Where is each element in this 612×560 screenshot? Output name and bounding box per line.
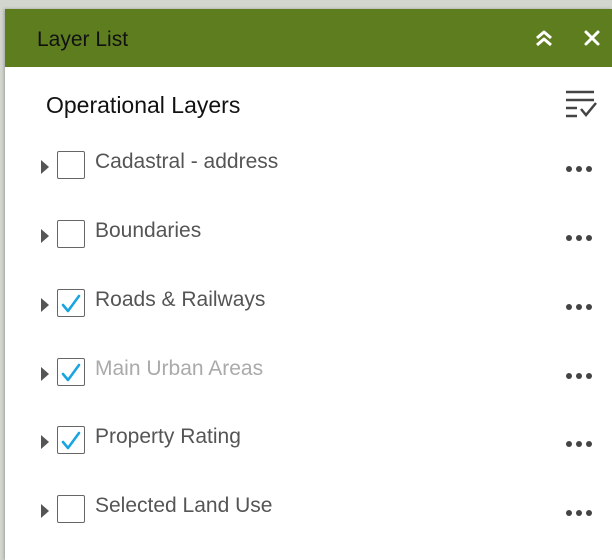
section-title: Operational Layers	[46, 92, 241, 118]
layer-checkbox[interactable]	[57, 220, 85, 248]
layer-label[interactable]: Property Rating	[95, 425, 241, 449]
layer-checkbox[interactable]	[57, 495, 85, 523]
layer-checkbox[interactable]	[57, 426, 85, 454]
layer-label[interactable]: Cadastral - address	[95, 150, 278, 174]
checkmark-icon	[61, 431, 81, 450]
layer-label[interactable]: Boundaries	[95, 219, 201, 243]
expand-arrow-icon[interactable]	[39, 227, 51, 245]
more-options-icon[interactable]	[565, 162, 597, 174]
more-options-icon[interactable]	[565, 506, 597, 518]
checkmark-icon	[61, 363, 81, 382]
checkmark-icon	[61, 294, 81, 313]
expand-arrow-icon[interactable]	[39, 365, 51, 383]
layer-row: Cadastral - address	[5, 142, 612, 192]
more-options-icon[interactable]	[565, 369, 597, 381]
close-icon[interactable]	[580, 26, 604, 50]
layer-label[interactable]: Main Urban Areas	[95, 357, 263, 381]
layer-checkbox[interactable]	[57, 289, 85, 317]
expand-arrow-icon[interactable]	[39, 502, 51, 520]
layer-list-panel: Layer List Operational Layers Cadastral …	[5, 9, 612, 560]
layer-options-icon[interactable]	[564, 87, 598, 121]
section-header: Operational Layers	[5, 67, 612, 137]
expand-arrow-icon[interactable]	[39, 158, 51, 176]
layer-row: Selected Land Use	[5, 486, 612, 536]
layer-row: Roads & Railways	[5, 280, 612, 330]
panel-title: Layer List	[37, 28, 129, 51]
layer-label[interactable]: Roads & Railways	[95, 288, 265, 312]
chevron-double-up-icon[interactable]	[532, 26, 556, 50]
layer-checkbox[interactable]	[57, 151, 85, 179]
layer-row: Boundaries	[5, 211, 612, 261]
more-options-icon[interactable]	[565, 437, 597, 449]
expand-arrow-icon[interactable]	[39, 296, 51, 314]
more-options-icon[interactable]	[565, 231, 597, 243]
layer-row: Property Rating	[5, 417, 612, 467]
layer-row: Main Urban Areas	[5, 349, 612, 399]
more-options-icon[interactable]	[565, 300, 597, 312]
expand-arrow-icon[interactable]	[39, 433, 51, 451]
layer-checkbox[interactable]	[57, 358, 85, 386]
panel-header: Layer List	[5, 9, 612, 67]
layer-label[interactable]: Selected Land Use	[95, 494, 272, 518]
